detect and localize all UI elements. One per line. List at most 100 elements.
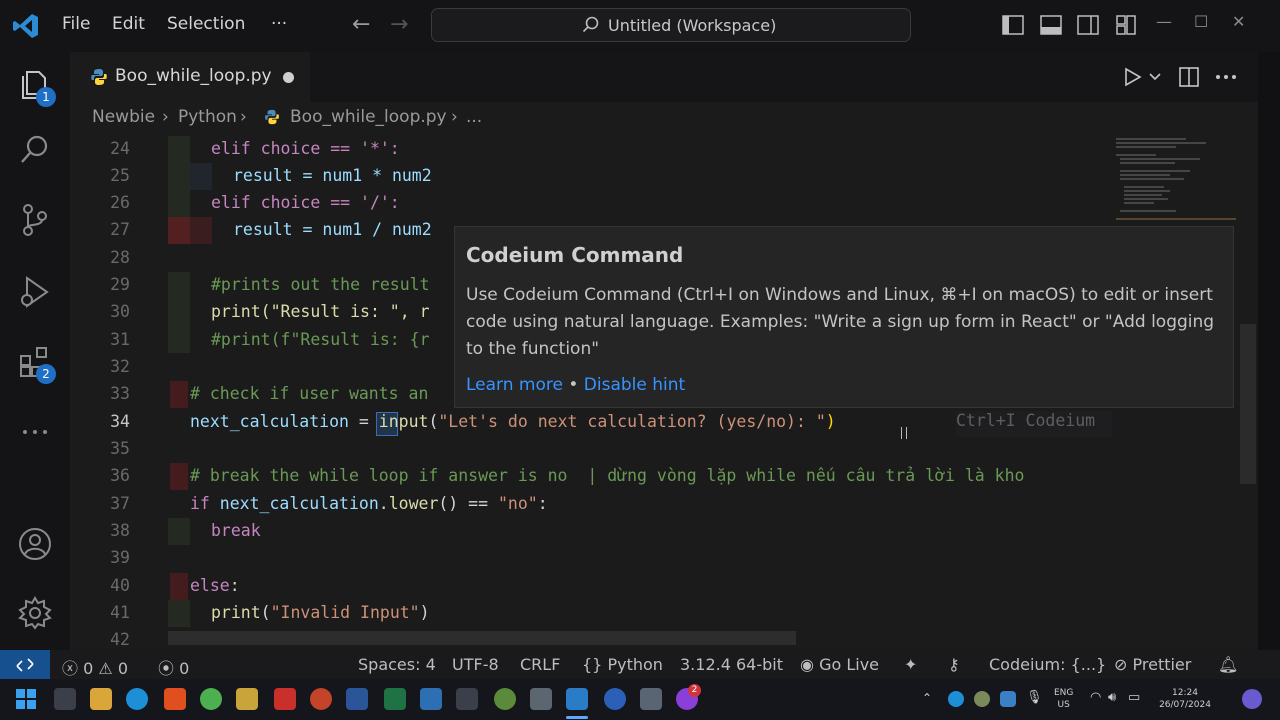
toggle-primary-sidebar-icon[interactable]	[1002, 14, 1024, 36]
code-line-26: elif choice == '/':	[211, 193, 400, 212]
breadcrumb-file[interactable]: Boo_while_loop.py	[290, 107, 447, 127]
python-interpreter[interactable]: 3.12.4 64-bit	[680, 655, 783, 674]
brave-browser-icon[interactable]	[164, 688, 186, 710]
unsaved-dot-icon[interactable]	[283, 72, 294, 83]
windows-start-icon[interactable]	[16, 689, 36, 709]
menu-more[interactable]: ···	[271, 14, 287, 34]
run-file-icon[interactable]	[1122, 66, 1144, 88]
learn-more-link[interactable]: Learn more	[466, 375, 563, 395]
terminal-icon[interactable]	[640, 688, 662, 710]
menu-selection[interactable]: Selection	[167, 14, 245, 34]
run-debug-icon[interactable]	[17, 274, 53, 310]
minimize-icon[interactable]: —	[1156, 12, 1172, 31]
input-language[interactable]: ENG US	[1054, 687, 1073, 711]
copilot-icon[interactable]: ✦	[904, 655, 917, 674]
photos-icon[interactable]	[530, 688, 552, 710]
line-number: 41	[110, 603, 130, 622]
tab-boo-while-loop[interactable]: Boo_while_loop.py	[70, 52, 310, 102]
remote-indicator[interactable]	[0, 650, 50, 679]
breadcrumb-python[interactable]: Python	[178, 107, 237, 127]
split-editor-icon[interactable]	[1178, 66, 1200, 88]
ports-indicator[interactable]: ⦿ 0	[158, 655, 189, 679]
wifi-icon[interactable]: ◠	[1090, 691, 1101, 704]
prettier-status[interactable]: ⊘ Prettier	[1114, 655, 1191, 674]
codeium-status[interactable]: Codeium: {...}	[989, 655, 1106, 674]
search-icon[interactable]	[17, 132, 53, 168]
error-icon: ⓧ	[62, 659, 79, 678]
remote-icon	[16, 658, 34, 672]
code-line-36: # break the while loop if answer is no |…	[190, 466, 1025, 485]
code-line-27: result = num1 / num2	[233, 220, 432, 239]
powerpoint-icon[interactable]	[310, 688, 332, 710]
line-number: 31	[110, 330, 130, 349]
line-number: 42	[110, 630, 130, 649]
antenna-icon: ⦿	[158, 659, 175, 678]
more-actions-icon[interactable]	[1214, 66, 1238, 88]
eol-status[interactable]: CRLF	[520, 655, 560, 674]
forward-arrow-icon[interactable]: →	[390, 12, 408, 37]
line-number: 25	[110, 166, 130, 185]
broadcast-icon: ◉	[800, 655, 814, 674]
chrome-icon[interactable]	[200, 688, 222, 710]
menu-file[interactable]: File	[62, 14, 90, 34]
zoom-icon[interactable]	[604, 688, 626, 710]
line-number: 40	[110, 576, 130, 595]
encoding-status[interactable]: UTF-8	[452, 655, 499, 674]
line-number: 29	[110, 275, 130, 294]
vscode-taskbar-icon[interactable]	[566, 688, 588, 710]
python-file-icon	[91, 69, 107, 85]
breadcrumb-symbol[interactable]: ...	[466, 107, 482, 127]
copilot-taskbar-icon[interactable]	[1242, 689, 1262, 709]
disable-hint-link[interactable]: Disable hint	[584, 375, 685, 395]
acrobat-icon[interactable]	[274, 688, 296, 710]
customize-layout-icon[interactable]	[1115, 14, 1137, 36]
settings-gear-icon[interactable]	[17, 595, 53, 631]
close-icon[interactable]: ✕	[1232, 12, 1245, 31]
tray-security-icon[interactable]	[1000, 691, 1016, 707]
edge-browser-icon[interactable]	[126, 688, 148, 710]
horizontal-scrollbar[interactable]	[168, 631, 796, 645]
tray-edge-icon[interactable]	[948, 691, 964, 707]
file-explorer-icon[interactable]	[90, 688, 112, 710]
toggle-secondary-sidebar-icon[interactable]	[1077, 14, 1099, 36]
codeium-inline-hint[interactable]: Ctrl+I Codeium	[956, 411, 1112, 437]
maximize-icon[interactable]: ☐	[1194, 12, 1208, 31]
app-m-icon[interactable]	[236, 688, 258, 710]
notifications-bell-icon[interactable]: 🔔︎	[1218, 655, 1238, 674]
tray-chevron-up-icon[interactable]: ⌃	[922, 692, 932, 704]
hover-body: Use Codeium Command (Ctrl+I on Windows a…	[466, 285, 1215, 359]
more-views-icon[interactable]	[17, 414, 53, 450]
microphone-icon[interactable]: 🎙︎	[1026, 691, 1043, 704]
warning-icon: ⚠	[98, 659, 113, 678]
line-number: 24	[110, 139, 130, 158]
active-app-indicator	[566, 716, 588, 719]
volume-icon[interactable]: 🔊︎	[1108, 691, 1116, 704]
app-recorder-icon[interactable]	[494, 688, 516, 710]
chevron-down-icon[interactable]	[1148, 66, 1162, 88]
indentation-status[interactable]: Spaces: 4	[358, 655, 436, 674]
back-arrow-icon[interactable]: ←	[352, 12, 370, 37]
excel-icon[interactable]	[384, 688, 406, 710]
tray-app-icon[interactable]	[974, 691, 990, 707]
line-number: 27	[110, 220, 130, 239]
problems-indicator[interactable]: ⓧ 0 ⚠ 0	[62, 655, 128, 679]
toggle-panel-icon[interactable]	[1040, 14, 1062, 36]
word-icon[interactable]	[346, 688, 368, 710]
breadcrumb-newbie[interactable]: Newbie	[92, 107, 155, 127]
line-number: 30	[110, 302, 130, 321]
task-view-icon[interactable]	[54, 688, 76, 710]
battery-icon[interactable]: ▭	[1128, 691, 1140, 704]
vertical-scrollbar[interactable]	[1240, 324, 1256, 484]
clock[interactable]: 12:24 26/07/2024	[1154, 687, 1216, 711]
braces-icon: {}	[582, 655, 603, 674]
command-center[interactable]: Untitled (Workspace)	[431, 8, 911, 42]
accounts-icon[interactable]	[17, 526, 53, 562]
snipping-tool-icon[interactable]	[456, 688, 478, 710]
outlook-icon[interactable]	[420, 688, 442, 710]
source-control-icon[interactable]	[17, 202, 53, 238]
language-mode[interactable]: {} Python	[582, 655, 663, 674]
menu-edit[interactable]: Edit	[112, 14, 145, 34]
text-cursor-icon	[901, 427, 907, 439]
key-icon[interactable]: ⚷	[948, 655, 960, 674]
go-live-button[interactable]: ◉ Go Live	[800, 655, 879, 674]
